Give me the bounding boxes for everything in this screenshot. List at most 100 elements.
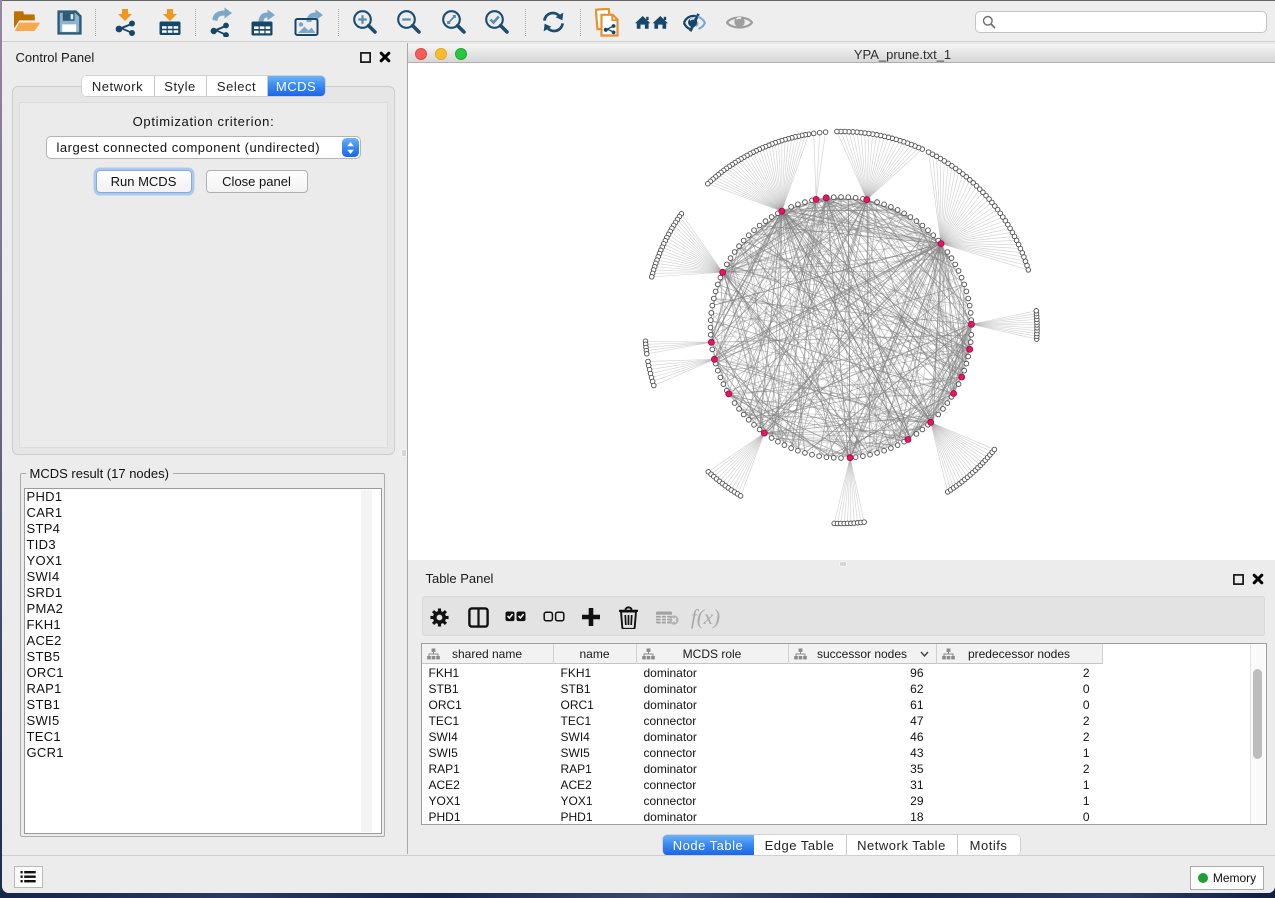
table-row[interactable]: SWI5SWI5connector431 [422,745,1102,761]
ring-node[interactable] [881,448,886,453]
ring-node[interactable] [763,219,768,224]
column-header-MCDS-role[interactable]: MCDS role [637,644,789,664]
ring-node[interactable] [741,238,746,243]
zoom-in-button[interactable] [351,2,381,42]
leaf-node[interactable] [834,129,839,134]
hub-node[interactable] [927,419,933,425]
table-cell-mcds_role[interactable]: dominator [644,697,788,713]
ring-node[interactable] [874,200,879,205]
ring-node[interactable] [724,262,729,267]
hub-node[interactable] [968,321,974,327]
clone-network-button[interactable] [594,2,624,42]
close-panel-button[interactable]: Close panel [206,170,308,193]
table-cell-mcds_role[interactable]: connector [644,745,788,761]
float-panel-icon[interactable] [360,52,371,63]
horizontal-splitter[interactable] [408,560,1275,567]
tab-edge-table[interactable]: Edge Table [754,835,847,855]
ring-node[interactable] [711,296,716,301]
ring-node[interactable] [914,432,919,437]
leaf-node[interactable] [926,150,931,155]
zoom-selected-button[interactable] [483,2,513,42]
table-cell-name[interactable]: SWI4 [561,729,636,745]
ring-node[interactable] [741,412,746,417]
ring-node[interactable] [809,452,814,457]
table-cell-mcds_role[interactable]: connector [644,713,788,729]
ring-node[interactable] [746,417,751,422]
table-cell-shared_name[interactable]: RAP1 [429,761,553,777]
ring-node[interactable] [709,347,714,352]
delete-column-button[interactable] [615,597,643,637]
ring-node[interactable] [718,275,723,280]
zoom-window-button[interactable] [455,48,467,60]
table-cell-successor_nodes[interactable]: 43 [789,745,924,761]
ring-node[interactable] [940,407,945,412]
ring-node[interactable] [964,289,969,294]
close-window-button[interactable] [415,48,427,60]
delete-table-button[interactable] [653,597,681,637]
tab-motifs[interactable]: Motifs [958,835,1020,855]
column-header-successor-nodes[interactable]: successor nodes [789,644,937,664]
table-cell-predecessor_nodes[interactable]: 0 [937,681,1090,697]
ring-node[interactable] [881,202,886,207]
leaf-node[interactable] [705,181,710,186]
select-all-button[interactable] [503,597,529,637]
hide-selected-button[interactable] [680,2,710,42]
table-row[interactable]: YOX1YOX1connector291 [422,793,1102,809]
hub-node[interactable] [950,391,956,397]
refresh-button[interactable] [539,2,569,42]
leaf-node[interactable] [1026,268,1031,273]
show-all-button[interactable] [724,2,756,42]
hub-node[interactable] [708,339,714,345]
hub-node[interactable] [813,196,819,202]
ring-node[interactable] [831,455,836,460]
table-cell-predecessor_nodes[interactable]: 1 [937,745,1090,761]
hub-node[interactable] [863,197,869,203]
table-row[interactable]: TEC1TEC1connector472 [422,713,1102,729]
table-cell-predecessor_nodes[interactable]: 0 [937,809,1090,825]
mcds-result-item[interactable]: STP4 [25,521,381,537]
ring-node[interactable] [795,202,800,207]
zoom-out-button[interactable] [395,2,425,42]
table-cell-successor_nodes[interactable]: 96 [789,665,924,681]
ring-node[interactable] [874,451,879,456]
hub-node[interactable] [711,356,717,362]
table-row[interactable]: SWI4SWI4dominator462 [422,729,1102,745]
ring-node[interactable] [715,282,720,287]
ring-node[interactable] [788,205,793,210]
leaf-node[interactable] [992,447,997,452]
run-mcds-button[interactable]: Run MCDS [96,170,192,193]
split-view-button[interactable] [465,597,493,637]
table-row[interactable]: STB1STB1dominator620 [422,681,1102,697]
mcds-result-list[interactable]: PHD1CAR1STP4TID3YOX1SWI4SRD1PMA2FKH1ACE2… [24,488,382,834]
ring-node[interactable] [769,215,774,220]
ring-node[interactable] [964,361,969,366]
mcds-result-item[interactable]: CAR1 [25,505,381,521]
table-cell-name[interactable]: ORC1 [561,697,636,713]
ring-node[interactable] [895,443,900,448]
mcds-result-item[interactable]: SWI4 [25,569,381,585]
hub-node[interactable] [761,430,767,436]
table-cell-shared_name[interactable]: TEC1 [429,713,553,729]
table-cell-mcds_role[interactable]: dominator [644,681,788,697]
table-cell-name[interactable]: FKH1 [561,665,636,681]
column-header-predecessor-nodes[interactable]: predecessor nodes [937,644,1103,664]
table-cell-shared_name[interactable]: SWI4 [429,729,553,745]
table-cell-mcds_role[interactable]: dominator [644,729,788,745]
mcds-result-item[interactable]: STB5 [25,649,381,665]
mcds-result-item[interactable]: RAP1 [25,681,381,697]
ring-node[interactable] [925,228,930,233]
ring-node[interactable] [831,195,836,200]
hub-node[interactable] [778,208,784,214]
table-cell-successor_nodes[interactable]: 62 [789,681,924,697]
ring-node[interactable] [914,219,919,224]
ring-node[interactable] [788,446,793,451]
import-table-button[interactable] [154,2,186,42]
hub-node[interactable] [823,195,829,201]
open-session-button[interactable] [12,2,42,42]
ring-node[interactable] [968,340,973,345]
ring-node[interactable] [824,455,829,460]
ring-node[interactable] [751,422,756,427]
ring-node[interactable] [935,412,940,417]
tab-network[interactable]: Network [82,76,155,96]
close-panel-icon[interactable] [1252,573,1264,585]
